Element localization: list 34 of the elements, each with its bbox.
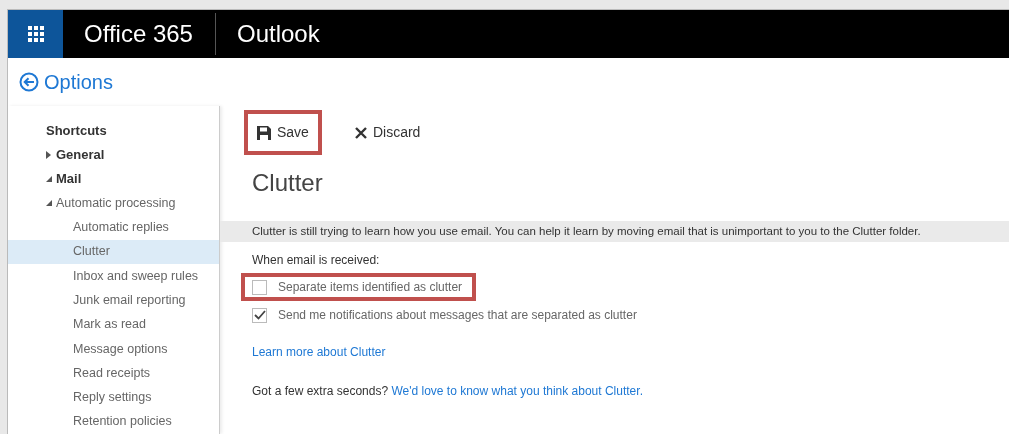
sidebar-item[interactable]: Automatic replies <box>8 215 219 240</box>
app-title[interactable]: Outlook <box>237 16 320 53</box>
checkbox[interactable] <box>252 307 267 323</box>
sidebar-item[interactable]: Shortcuts <box>8 118 219 143</box>
info-banner: Clutter is still trying to learn how you use email. You can help it learn by moving email that is unimportant to you to the Clutter folder. <box>220 221 1009 243</box>
suite-title[interactable]: Office 365 <box>84 16 215 53</box>
feedback-link[interactable]: We'd love to know what you think about Clutter. <box>391 384 643 399</box>
discard-button[interactable]: Discard <box>341 110 434 156</box>
checkbox-option[interactable]: Send me notifications about messages that are separated as clutter <box>241 301 651 330</box>
back-link[interactable]: Options <box>19 67 113 98</box>
back-icon <box>19 72 39 93</box>
feedback-text: Got a few extra seconds? We'd love to know what you think about Clutter. <box>252 383 644 401</box>
sidebar-item[interactable]: Reply settings <box>8 385 219 410</box>
sidebar-item[interactable]: Inbox and sweep rules <box>8 263 219 289</box>
sidebar-item[interactable]: General <box>8 142 219 167</box>
check-icon <box>253 310 266 321</box>
section-label: When email is received: <box>251 252 381 270</box>
sidebar-item[interactable]: Mail <box>8 166 219 191</box>
app-launcher-button[interactable] <box>8 10 63 59</box>
save-icon <box>257 125 271 140</box>
sidebar-item[interactable]: Clutter <box>8 239 219 264</box>
learn-more-link[interactable]: Learn more about Clutter <box>252 343 386 362</box>
sidebar-item[interactable]: Read receipts <box>8 361 219 386</box>
page-heading: Clutter <box>251 168 324 199</box>
checkbox[interactable] <box>252 279 267 295</box>
sidebar-item[interactable]: Junk email reporting <box>8 288 219 313</box>
sidebar-item[interactable]: Mark as read <box>8 312 219 337</box>
sidebar-item[interactable]: Retention policies <box>8 409 219 434</box>
checkbox-option[interactable]: Separate items identified as clutter <box>241 273 477 302</box>
close-icon <box>354 126 367 139</box>
sidebar-item[interactable]: Automatic processing <box>8 191 219 216</box>
sidebar-item[interactable]: Message options <box>8 336 219 362</box>
grid-icon <box>27 26 44 43</box>
save-button[interactable]: Save <box>244 110 322 156</box>
